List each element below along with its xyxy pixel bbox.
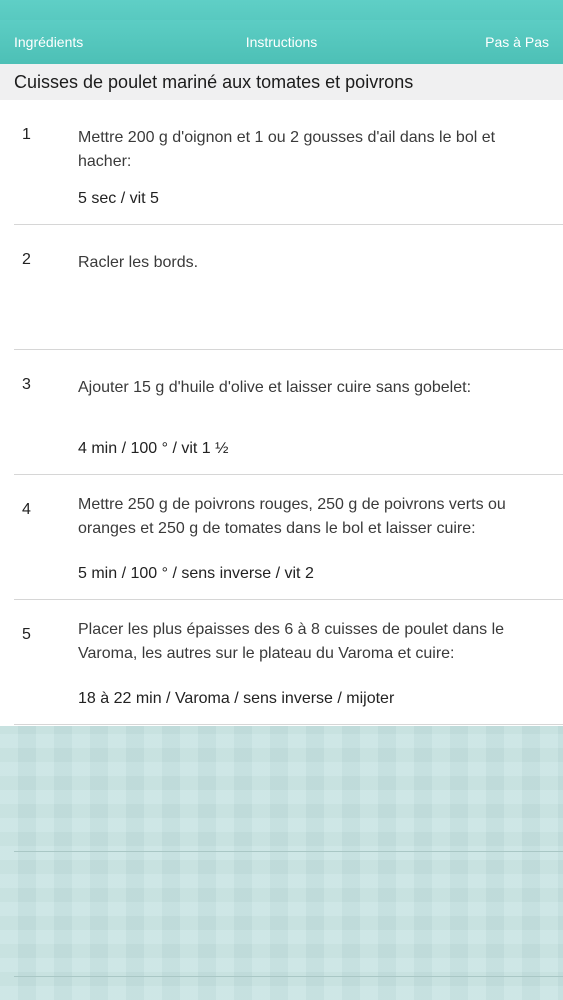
step-setting: 4 min / 100 ° / vit 1 ½ xyxy=(78,440,229,457)
step-instruction: Racler les bords. xyxy=(78,254,199,271)
recipe-header: Cuisses de poulet mariné aux tomates et … xyxy=(0,64,563,101)
navigation-bar: Ingrédients Instructions Pas à Pas xyxy=(0,20,563,65)
status-bar xyxy=(0,0,563,20)
step-number: 3 xyxy=(22,376,31,393)
step-row[interactable]: 5 Placer les plus épaisses des 6 à 8 cui… xyxy=(0,600,563,725)
step-row[interactable]: 4 Mettre 250 g de poivrons rouges, 250 g… xyxy=(0,475,563,600)
step-row[interactable]: 2 Racler les bords. xyxy=(0,225,563,350)
step-row[interactable]: 3 Ajouter 15 g d'huile d'olive et laisse… xyxy=(0,350,563,475)
step-setting: 5 sec / vit 5 xyxy=(78,190,159,207)
empty-list-area xyxy=(0,726,563,1000)
step-setting: 5 min / 100 ° / sens inverse / vit 2 xyxy=(78,565,314,582)
divider xyxy=(14,976,563,977)
recipe-title: Cuisses de poulet mariné aux tomates et … xyxy=(14,72,414,92)
steps-list[interactable]: 1 Mettre 200 g d'oignon et 1 ou 2 gousse… xyxy=(0,100,563,725)
step-by-step-button[interactable]: Pas à Pas xyxy=(485,34,549,50)
step-setting: 18 à 22 min / Varoma / sens inverse / mi… xyxy=(78,690,395,707)
divider xyxy=(14,851,563,852)
step-instruction: Placer les plus épaisses des 6 à 8 cuiss… xyxy=(78,621,505,662)
ingredients-button[interactable]: Ingrédients xyxy=(14,34,83,50)
step-instruction: Ajouter 15 g d'huile d'olive et laisser … xyxy=(78,379,472,396)
step-number: 2 xyxy=(22,251,31,268)
step-row[interactable]: 1 Mettre 200 g d'oignon et 1 ou 2 gousse… xyxy=(0,100,563,225)
step-number: 5 xyxy=(22,626,31,643)
step-instruction: Mettre 200 g d'oignon et 1 ou 2 gousses … xyxy=(78,129,496,170)
page-title: Instructions xyxy=(245,34,318,50)
step-number: 4 xyxy=(22,501,31,518)
step-instruction: Mettre 250 g de poivrons rouges, 250 g d… xyxy=(78,496,506,537)
step-number: 1 xyxy=(22,126,31,143)
